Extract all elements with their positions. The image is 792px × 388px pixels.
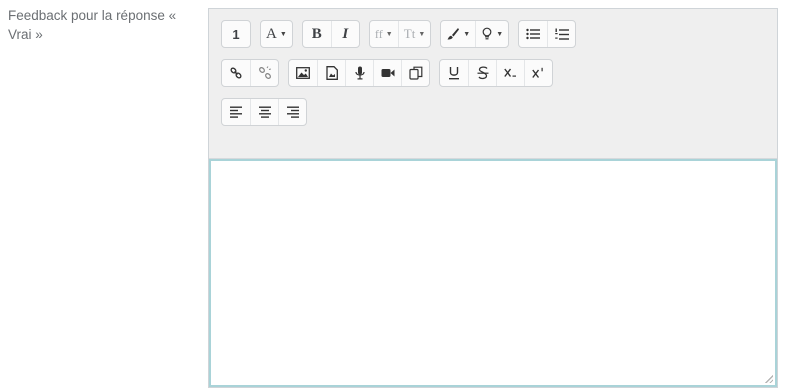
subscript-icon xyxy=(504,68,516,77)
collapse-toolbar-button[interactable]: 1 xyxy=(222,21,250,47)
chevron-down-icon: ▼ xyxy=(418,30,426,38)
toolbar-group-align xyxy=(221,98,307,126)
bulleted-list-icon xyxy=(526,28,541,40)
video-camera-icon xyxy=(381,69,394,77)
underline-icon xyxy=(449,67,459,80)
manage-files-button[interactable] xyxy=(401,60,429,86)
italic-icon: I xyxy=(342,25,349,42)
toolbar-group-format xyxy=(439,59,553,87)
record-video-button[interactable] xyxy=(373,60,401,86)
font-size-icon: Tt xyxy=(403,26,416,41)
font-family-icon: ff xyxy=(374,26,383,41)
insert-media-button[interactable] xyxy=(317,60,345,86)
file-media-icon xyxy=(325,66,338,80)
paragraph-style-icon: A xyxy=(266,25,277,42)
insert-link-button[interactable] xyxy=(222,60,250,86)
unlink-icon xyxy=(258,66,271,79)
chevron-down-icon: ▼ xyxy=(279,30,287,38)
record-audio-button[interactable] xyxy=(345,60,373,86)
chevron-down-icon: ▼ xyxy=(496,30,504,38)
superscript-button[interactable] xyxy=(524,60,552,86)
font-size-button[interactable]: Tt ▼ xyxy=(397,21,431,47)
editor-toolbar: 1 A ▼ B I ff ▼ Tt ▼ ▼ ▼ xyxy=(209,9,777,159)
italic-button[interactable]: I xyxy=(330,21,359,47)
align-left-icon xyxy=(230,106,242,118)
brush-icon xyxy=(447,28,460,40)
numbered-list-icon xyxy=(554,28,569,40)
toolbar-group-collapse: 1 xyxy=(221,20,251,48)
copy-files-icon xyxy=(408,66,422,80)
image-icon xyxy=(296,67,310,79)
rich-text-editor: 1 A ▼ B I ff ▼ Tt ▼ ▼ ▼ xyxy=(208,8,778,388)
field-label: Feedback pour la réponse « Vrai » xyxy=(8,8,177,42)
link-icon xyxy=(230,67,242,79)
font-family-button[interactable]: ff ▼ xyxy=(370,21,398,47)
editor-content-area[interactable] xyxy=(209,159,777,387)
align-center-icon xyxy=(258,106,271,118)
strikethrough-icon xyxy=(477,66,488,80)
chevron-down-icon: ▼ xyxy=(463,30,471,38)
underline-button[interactable] xyxy=(440,60,468,86)
toolbar-row-1: 1 A ▼ B I ff ▼ Tt ▼ ▼ ▼ xyxy=(221,19,777,49)
insert-image-button[interactable] xyxy=(289,60,317,86)
align-center-button[interactable] xyxy=(250,99,278,125)
bold-icon: B xyxy=(311,25,322,42)
toolbar-group-links xyxy=(221,59,279,87)
numbered-list-button[interactable] xyxy=(547,21,575,47)
toolbar-group-style: A ▼ xyxy=(260,20,293,48)
toolbar-row-2 xyxy=(221,58,777,88)
toolbar-group-color: ▼ ▼ xyxy=(440,20,510,48)
toolbar-group-media xyxy=(288,59,430,87)
unlink-button[interactable] xyxy=(250,60,278,86)
subscript-button[interactable] xyxy=(496,60,524,86)
bold-button[interactable]: B xyxy=(303,21,331,47)
align-left-button[interactable] xyxy=(222,99,250,125)
align-right-button[interactable] xyxy=(278,99,306,125)
superscript-icon xyxy=(532,67,543,78)
toolbar-row-3 xyxy=(221,97,777,127)
text-color-button[interactable]: ▼ xyxy=(441,21,475,47)
toolbar-group-bold-italic: B I xyxy=(301,20,360,48)
microphone-icon xyxy=(354,66,365,80)
chevron-down-icon: ▼ xyxy=(385,30,393,38)
align-right-icon xyxy=(286,106,299,118)
lightbulb-icon xyxy=(482,27,492,40)
toolbar-group-lists xyxy=(518,20,577,48)
resize-handle[interactable] xyxy=(764,374,773,383)
collapse-icon: 1 xyxy=(232,26,240,42)
bulleted-list-button[interactable] xyxy=(519,21,547,47)
paragraph-style-button[interactable]: A ▼ xyxy=(261,21,292,47)
toolbar-group-font: ff ▼ Tt ▼ xyxy=(368,20,432,48)
strikethrough-button[interactable] xyxy=(468,60,496,86)
highlight-button[interactable]: ▼ xyxy=(475,21,508,47)
